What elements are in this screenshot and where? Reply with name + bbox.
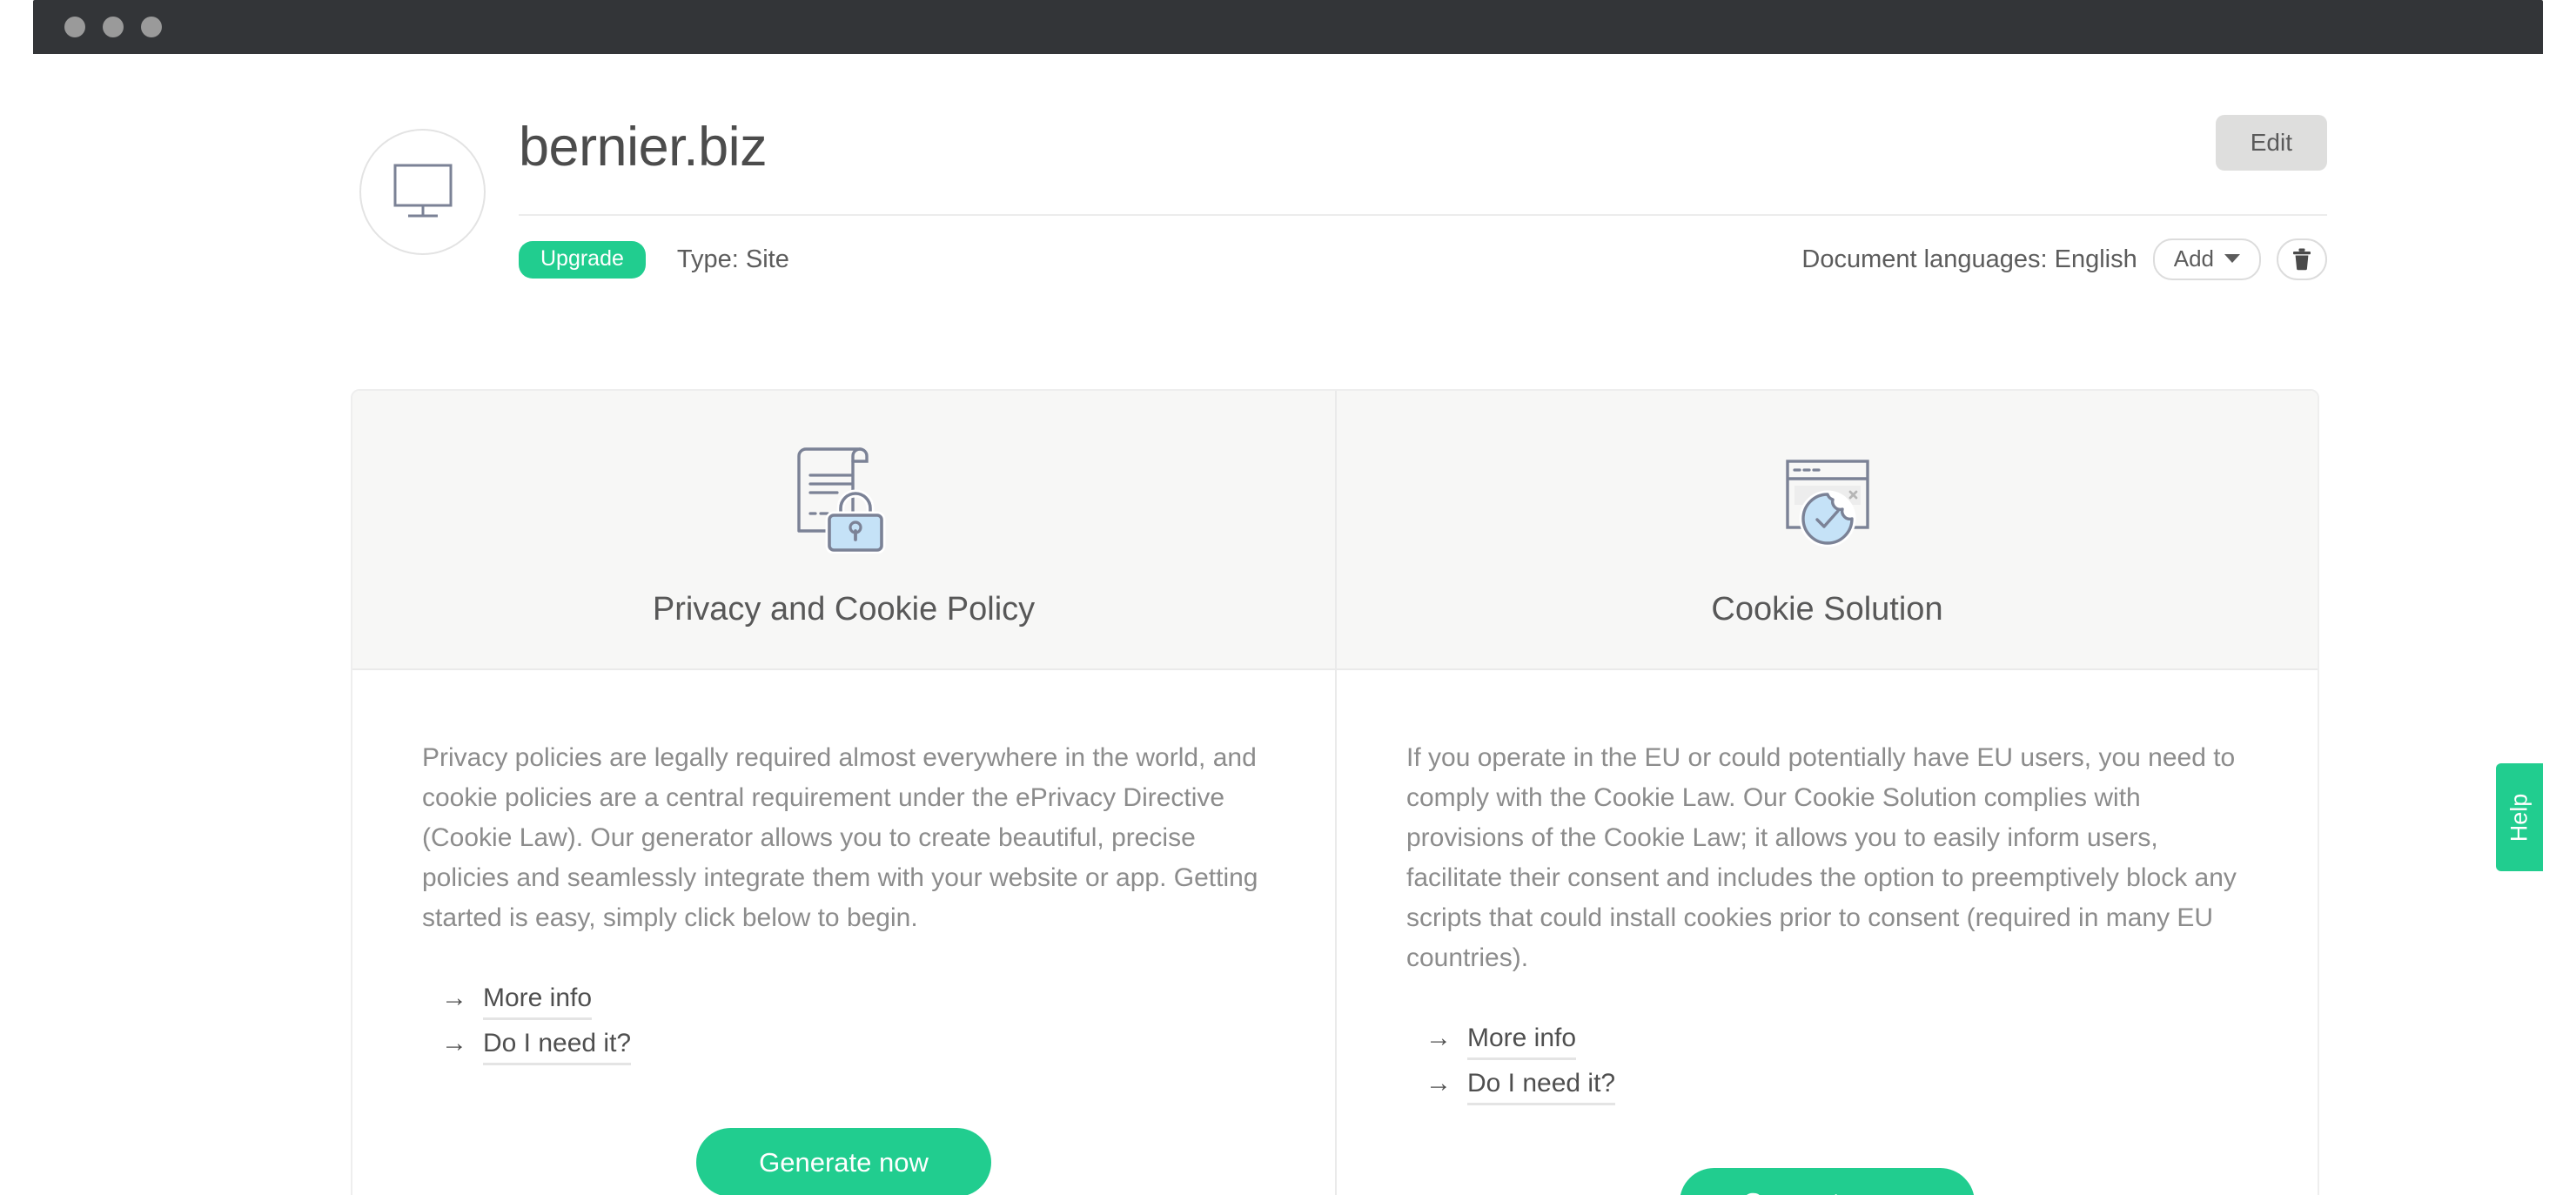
window-titlebar	[33, 0, 2543, 54]
meta-left: Upgrade Type: Site	[519, 240, 789, 279]
title-row: bernier.biz Edit	[519, 87, 2327, 216]
card-header: Cookie Solution	[1337, 391, 2318, 670]
page-content: bernier.biz Edit Upgrade Type: Site Docu…	[33, 54, 2543, 1195]
link-label: More info	[483, 984, 593, 1020]
arrow-right-icon: →	[441, 984, 467, 1012]
card-body: Privacy policies are legally required al…	[352, 670, 1335, 1195]
card-title: Privacy and Cookie Policy	[652, 591, 1036, 628]
site-header: bernier.biz Edit Upgrade Type: Site Docu…	[329, 87, 2327, 280]
header-main: bernier.biz Edit Upgrade Type: Site Docu…	[519, 87, 2327, 289]
link-do-i-need-it[interactable]: → Do I need it?	[441, 1029, 632, 1065]
delete-language-button[interactable]	[2277, 238, 2327, 280]
add-language-label: Add	[2173, 245, 2214, 272]
card-action-wrap: Generate now	[1406, 1168, 2248, 1195]
close-dot[interactable]	[64, 17, 85, 37]
card-cookie-solution: Cookie Solution If you operate in the EU…	[1335, 391, 2318, 1195]
link-label: Do I need it?	[483, 1029, 632, 1065]
minimize-dot[interactable]	[103, 17, 124, 37]
link-label: More info	[1467, 1024, 1577, 1060]
product-cards: Privacy and Cookie Policy Privacy polici…	[351, 389, 2319, 1195]
chevron-down-icon	[2224, 254, 2240, 263]
meta-right: Document languages: English Add	[1801, 238, 2327, 280]
browser-cookie-icon	[1785, 460, 1869, 547]
document-languages-label: Document languages: English	[1801, 245, 2137, 273]
monitor-icon	[393, 164, 452, 217]
card-action-wrap: Generate now	[422, 1128, 1265, 1195]
upgrade-badge[interactable]: Upgrade	[519, 240, 646, 279]
edit-button[interactable]: Edit	[2215, 115, 2327, 171]
link-more-info[interactable]: → More info	[1426, 1024, 1577, 1060]
card-title: Cookie Solution	[1711, 591, 1943, 628]
card-links: → More info → Do I need it?	[422, 984, 1265, 1074]
add-language-button[interactable]: Add	[2152, 238, 2261, 280]
window-controls	[64, 17, 162, 37]
avatar	[359, 129, 486, 255]
page-title: bernier.biz	[519, 116, 768, 178]
link-do-i-need-it[interactable]: → Do I need it?	[1426, 1069, 1616, 1105]
card-privacy-and-cookie-policy: Privacy and Cookie Policy Privacy polici…	[352, 391, 1335, 1195]
site-type-label: Type: Site	[676, 245, 789, 273]
card-icon-wrap	[788, 433, 900, 563]
help-tab[interactable]: Help	[2496, 763, 2543, 871]
card-icon-wrap	[1772, 433, 1883, 563]
card-links: → More info → Do I need it?	[1406, 1024, 2248, 1114]
card-description: Privacy policies are legally required al…	[422, 743, 1258, 932]
arrow-right-icon: →	[441, 1029, 467, 1057]
maximize-dot[interactable]	[141, 17, 162, 37]
document-lock-icon	[796, 447, 885, 554]
card-header: Privacy and Cookie Policy	[352, 391, 1335, 670]
link-more-info[interactable]: → More info	[441, 984, 593, 1020]
card-body: If you operate in the EU or could potent…	[1337, 670, 2318, 1195]
arrow-right-icon: →	[1426, 1069, 1452, 1098]
trash-icon	[2293, 248, 2311, 271]
link-label: Do I need it?	[1467, 1069, 1616, 1105]
help-tab-label: Help	[2506, 793, 2532, 842]
generate-now-button[interactable]: Generate now	[696, 1128, 991, 1195]
card-description: If you operate in the EU or could potent…	[1406, 743, 2237, 972]
meta-row: Upgrade Type: Site Document languages: E…	[519, 216, 2327, 289]
arrow-right-icon: →	[1426, 1024, 1452, 1052]
generate-now-button[interactable]: Generate now	[1680, 1168, 1975, 1195]
